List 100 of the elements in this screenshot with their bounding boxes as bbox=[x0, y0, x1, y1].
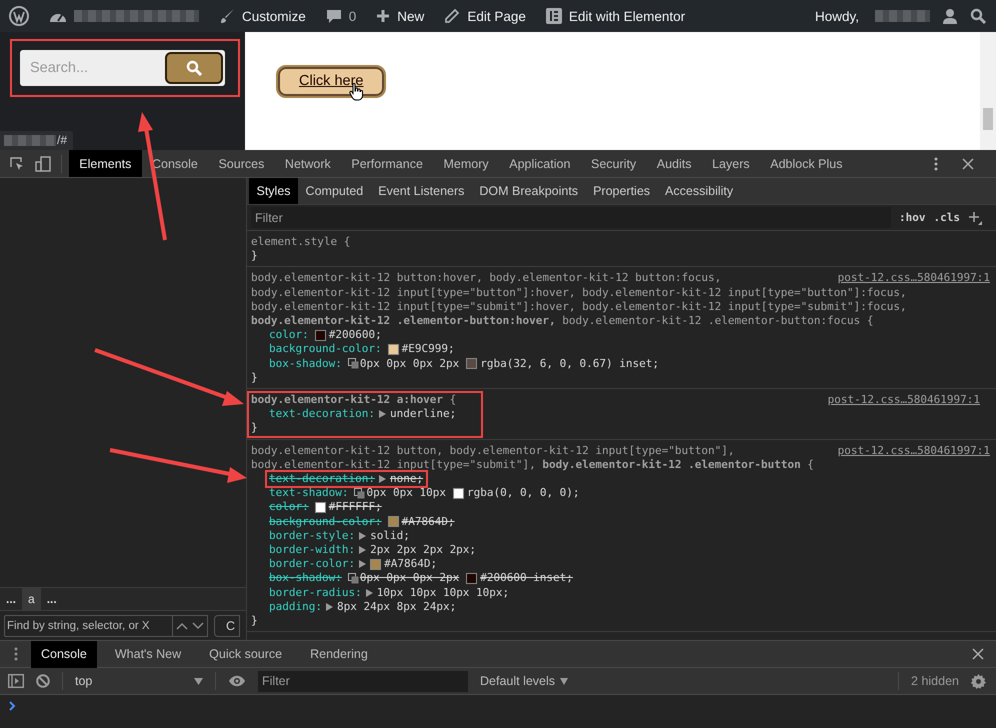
styles-subtab[interactable]: Computed bbox=[298, 178, 371, 204]
search-button[interactable] bbox=[165, 52, 223, 84]
close-icon[interactable] bbox=[972, 648, 984, 660]
page-scrollbar[interactable] bbox=[980, 32, 996, 150]
color-swatch-icon[interactable] bbox=[388, 516, 399, 528]
devtools-tab[interactable]: Security bbox=[580, 150, 646, 177]
shadow-editor-icon[interactable] bbox=[348, 358, 359, 370]
find-field[interactable]: Find by string, selector, or X bbox=[4, 614, 172, 636]
admin-bar-link[interactable]: Customize bbox=[242, 8, 306, 24]
expand-triangle-icon[interactable] bbox=[326, 602, 333, 611]
devtools-tab[interactable]: Audits bbox=[646, 150, 702, 177]
class-toggle[interactable]: .cls bbox=[934, 211, 960, 224]
color-swatch-icon[interactable] bbox=[466, 573, 478, 584]
devtools-tab[interactable]: Network bbox=[274, 150, 342, 177]
prompt-chevron-icon bbox=[9, 701, 16, 711]
search-field[interactable]: Search... bbox=[20, 50, 225, 86]
color-swatch-icon[interactable] bbox=[388, 344, 399, 356]
console-filter-field[interactable]: Filter bbox=[258, 670, 468, 692]
close-icon[interactable] bbox=[962, 158, 974, 170]
devtools-tab[interactable]: Memory bbox=[433, 150, 499, 177]
chevron-up-icon[interactable] bbox=[176, 622, 188, 630]
devtools-tab[interactable]: Application bbox=[498, 150, 581, 177]
expand-triangle-icon[interactable] bbox=[378, 475, 386, 484]
stylesheet-link[interactable]: post-12.css…580461997:1 bbox=[838, 444, 990, 458]
css-selector: body.elementor-kit-12 .elementor-button:hover, body.elementor-kit-12 .elementor-button:focus { bbox=[251, 314, 874, 328]
dropdown-triangle-icon[interactable] bbox=[560, 678, 568, 684]
shadow-editor-icon[interactable] bbox=[354, 488, 366, 499]
wordpress-logo-icon[interactable] bbox=[9, 6, 29, 26]
settings-icon[interactable] bbox=[971, 674, 986, 688]
expand-triangle-icon[interactable] bbox=[378, 410, 386, 418]
pencil-icon bbox=[444, 8, 460, 24]
stylesheet-link[interactable]: post-12.css…580461997:1 bbox=[838, 271, 990, 286]
styles-subtab[interactable]: DOM Breakpoints bbox=[472, 178, 586, 204]
css-property-name: padding: bbox=[269, 600, 322, 614]
color-swatch-icon[interactable] bbox=[314, 330, 326, 341]
breadcrumb-item[interactable]: ... bbox=[40, 588, 63, 610]
closing-brace: } bbox=[251, 249, 258, 262]
search-input[interactable]: Search... bbox=[20, 52, 165, 84]
expand-triangle-icon[interactable] bbox=[366, 588, 373, 597]
breadcrumb-item[interactable]: ... bbox=[0, 588, 22, 610]
breadcrumb-item[interactable]: a bbox=[22, 588, 41, 610]
hover-state-toggle[interactable]: :hov bbox=[899, 211, 926, 224]
css-property-value: 10px 10px 10px 10px; bbox=[376, 586, 510, 600]
devtools-tab[interactable]: Layers bbox=[702, 150, 760, 177]
css-property-name: color: bbox=[269, 328, 309, 342]
speech-bubble-icon bbox=[326, 8, 342, 24]
drawer-menu-icon[interactable] bbox=[14, 647, 18, 661]
drawer-tab[interactable]: Rendering bbox=[300, 640, 378, 668]
devtools-tab[interactable]: Elements bbox=[69, 150, 142, 177]
greeting-text[interactable]: Howdy, bbox=[814, 8, 859, 24]
admin-bar-link[interactable]: Edit Page bbox=[467, 8, 526, 24]
styles-subtab[interactable]: Styles bbox=[249, 178, 298, 204]
css-property-name: background-color: bbox=[269, 342, 382, 357]
css-property-value: rgba(0, 0, 0, 0); bbox=[466, 486, 580, 500]
color-swatch-icon[interactable] bbox=[452, 488, 464, 499]
css-selector: body.elementor-kit-12 button:hover, body.elementor-kit-12 button:focus, bbox=[251, 271, 722, 286]
stylesheet-link[interactable]: post-12.css…580461997:1 bbox=[828, 393, 980, 408]
log-levels-dropdown[interactable]: Default levels bbox=[480, 674, 556, 688]
brush-icon bbox=[219, 8, 235, 24]
css-property-name: color: bbox=[269, 500, 309, 515]
new-rule-plus-icon[interactable] bbox=[968, 210, 982, 224]
css-selector: body.elementor-kit-12 a:hover { bbox=[251, 393, 456, 408]
closing-brace: } bbox=[251, 421, 258, 434]
click-here-button[interactable]: Click here bbox=[276, 65, 386, 98]
styles-filter-field[interactable]: Filter bbox=[251, 207, 891, 228]
drawer-tab[interactable]: Quick source bbox=[199, 640, 292, 668]
cancel-button[interactable]: C bbox=[214, 614, 240, 636]
drawer-tab[interactable]: What's New bbox=[104, 640, 192, 668]
drawer-tab[interactable]: Console bbox=[31, 640, 97, 668]
devtools-tab[interactable]: Performance bbox=[341, 150, 434, 177]
eye-icon[interactable] bbox=[228, 675, 246, 687]
styles-subtab[interactable]: Properties bbox=[586, 178, 658, 204]
color-swatch-icon[interactable] bbox=[370, 558, 382, 570]
status-url-text: /# bbox=[57, 133, 68, 147]
color-swatch-icon[interactable] bbox=[314, 502, 326, 514]
inspect-element-icon[interactable] bbox=[9, 156, 25, 172]
sidebar-toggle-icon[interactable] bbox=[8, 674, 24, 688]
context-selector[interactable]: top bbox=[75, 674, 92, 688]
admin-bar-link[interactable]: 0 bbox=[348, 8, 356, 24]
devtools-tab[interactable]: Sources bbox=[208, 150, 275, 177]
clear-console-icon[interactable] bbox=[36, 674, 50, 688]
shadow-editor-icon[interactable] bbox=[348, 573, 359, 584]
admin-bar-link[interactable]: Edit with Elementor bbox=[568, 8, 686, 24]
css-property-name: border-style: bbox=[269, 528, 356, 544]
styles-subtab[interactable]: Event Listeners bbox=[370, 178, 472, 204]
device-toolbar-icon[interactable] bbox=[35, 156, 51, 172]
dropdown-triangle-icon[interactable] bbox=[194, 678, 203, 684]
search-icon[interactable] bbox=[970, 8, 986, 24]
devtools-tab[interactable]: Adblock Plus bbox=[760, 150, 853, 177]
css-property-value: 0px 0px 10px bbox=[366, 486, 446, 500]
color-swatch-icon[interactable] bbox=[466, 358, 478, 370]
chevron-down-icon[interactable] bbox=[192, 622, 204, 630]
css-property-value: #A7864D; bbox=[402, 514, 455, 529]
admin-bar-link[interactable]: New bbox=[397, 8, 424, 24]
user-silhouette-icon bbox=[942, 8, 958, 24]
css-selector: body.elementor-kit-12 button, body.elementor-kit-12 input[type="button"], bbox=[251, 444, 734, 458]
css-property-value: underline; bbox=[390, 407, 456, 422]
styles-subtab[interactable]: Accessibility bbox=[658, 178, 741, 204]
more-options-icon[interactable] bbox=[934, 156, 938, 170]
css-property-value: #A7864D; bbox=[384, 557, 438, 572]
